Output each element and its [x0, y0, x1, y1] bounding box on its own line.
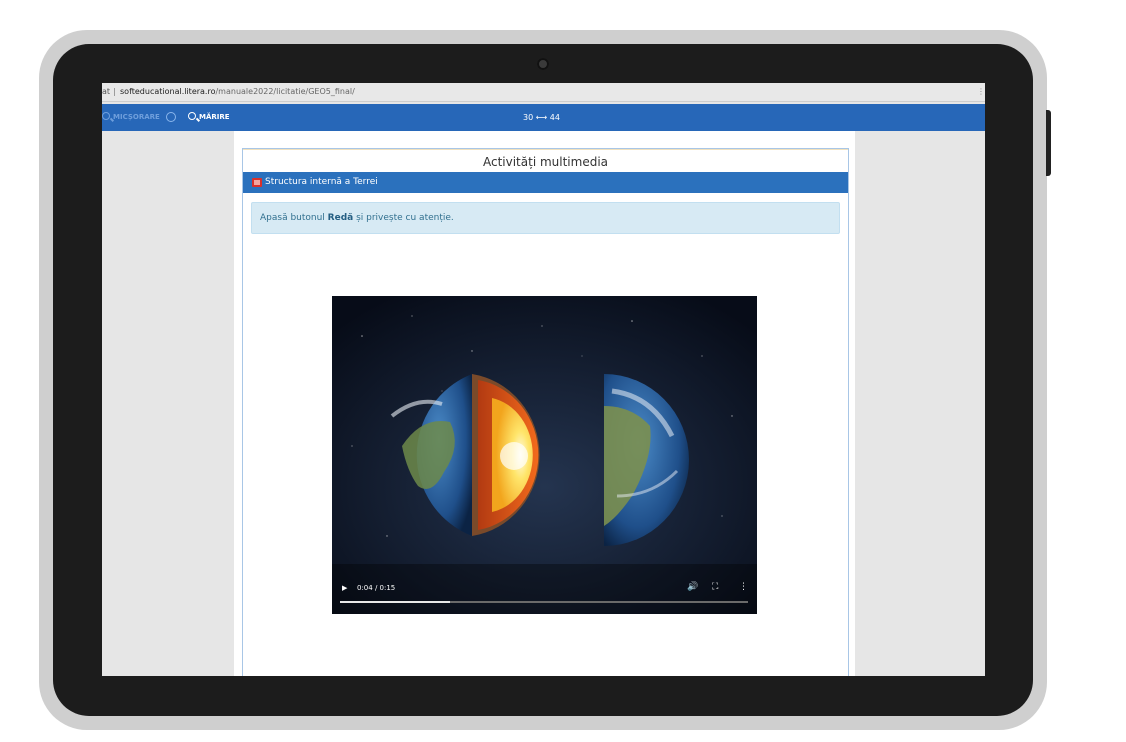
zoom-in-button[interactable]: MĂRIRE [188, 104, 230, 131]
film-icon [252, 178, 262, 187]
url-separator: | [113, 87, 116, 96]
reader-toolbar: MICȘORARE MĂRIRE 30 ⟷ 44 [102, 104, 985, 131]
video-player[interactable]: ▶ 0:04 / 0:15 🔊 ⛶ ⋮ [332, 296, 757, 614]
page-range: 30 ⟷ 44 [523, 113, 560, 122]
video-frame-earth [332, 296, 757, 614]
activity-header: Structura internă a Terrei [243, 172, 848, 193]
video-progress-fill [340, 601, 451, 603]
zoom-in-icon [188, 112, 196, 120]
more-options-icon[interactable]: ⋮ [739, 582, 748, 592]
reset-zoom-icon[interactable] [166, 112, 176, 122]
url-path: /manuale2022/licitatie/GEO5_final/ [215, 87, 355, 96]
zoom-out-icon [102, 112, 110, 120]
book-page: Activități multimedia Structura internă … [234, 131, 855, 676]
instruction-text: Apasă butonul Redă și privește cu atenți… [260, 203, 454, 233]
url-text[interactable]: softeducational.litera.ro/manuale2022/li… [120, 83, 355, 101]
url-prefix: at [102, 87, 111, 96]
url-host: softeducational.litera.ro [120, 87, 216, 96]
video-time: 0:04 / 0:15 [357, 584, 396, 592]
volume-icon[interactable]: 🔊 [687, 582, 698, 592]
video-progress-bar[interactable] [340, 601, 748, 603]
zoom-out-label: MICȘORARE [113, 113, 160, 121]
activity-title: Structura internă a Terrei [265, 177, 378, 187]
instruction-prefix: Apasă butonul [260, 213, 328, 223]
instruction-box: Apasă butonul Redă și privește cu atenți… [251, 202, 840, 234]
screen: at | softeducational.litera.ro/manuale20… [102, 83, 985, 676]
multimedia-panel: Activități multimedia Structura internă … [242, 148, 849, 676]
instruction-suffix: și privește cu atenție. [353, 213, 454, 223]
zoom-out-button[interactable]: MICȘORARE [102, 104, 160, 131]
camera-icon [537, 58, 549, 70]
tablet-side-button [1046, 110, 1051, 176]
browser-menu-icon[interactable]: ⋮ [977, 83, 985, 101]
instruction-bold: Redă [327, 213, 354, 223]
section-title: Activități multimedia [243, 149, 848, 173]
address-bar[interactable]: at | softeducational.litera.ro/manuale20… [102, 83, 985, 102]
play-icon[interactable]: ▶ [342, 584, 347, 592]
fullscreen-icon[interactable]: ⛶ [712, 582, 718, 592]
zoom-in-label: MĂRIRE [199, 113, 230, 121]
